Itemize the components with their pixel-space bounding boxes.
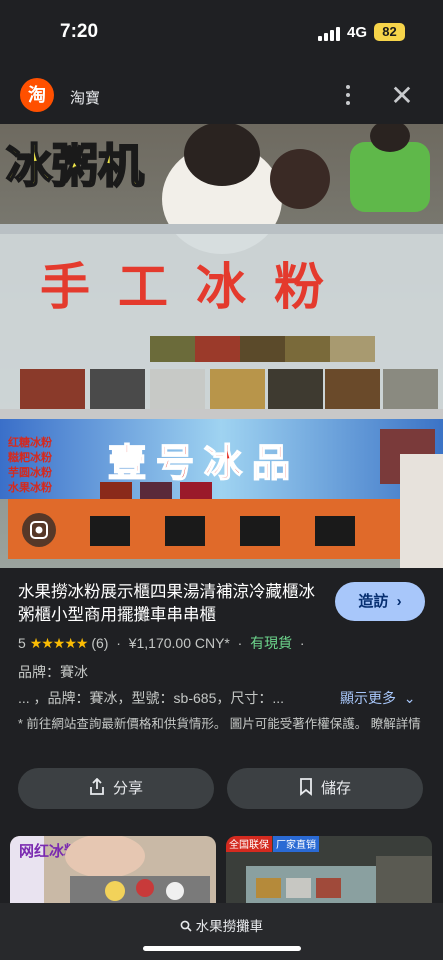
more-options-icon[interactable] [338,82,358,108]
chevron-down-icon: ⌄ [399,690,416,706]
search-icon [180,920,192,932]
review-count[interactable]: (6) [91,635,108,651]
product-title[interactable]: 水果撈冰粉展示櫃四果湯清補涼冷藏櫃冰粥櫃小型商用擺攤車串串櫃 [18,581,330,627]
separator-dot: · [112,635,125,651]
close-icon[interactable]: ✕ [388,82,416,110]
signal-icon [318,27,340,41]
save-button[interactable]: 儲存 [227,768,423,809]
specs-summary: ... ，品牌：賽冰，型號：sb-685，尺寸：... [18,690,285,706]
battery-icon: 82 [374,23,405,41]
related-badge-1: 全国联保 [229,838,269,851]
visit-label: 造訪 [358,593,389,610]
taobao-logo[interactable]: 淘 [20,78,54,112]
visit-button[interactable]: 造訪 › [335,582,425,621]
bookmark-icon [300,778,312,796]
price: ¥1,170.00 CNY* [128,635,230,651]
save-label: 儲存 [320,780,351,797]
share-label: 分享 [112,780,143,797]
separator-dot: · [296,635,305,651]
rating-row: 5 ★★★★★ (6) · ¥1,170.00 CNY* · 有現貨 · [18,633,305,653]
show-more-label: 顯示更多 [340,690,396,706]
search-chip[interactable]: 水果撈攤車 [0,915,443,935]
source-header: 淘 淘寶 ✕ [0,76,443,116]
search-query: 水果撈攤車 [195,919,264,934]
status-time: 7:20 [60,21,99,42]
share-icon [90,777,104,795]
home-indicator[interactable] [143,946,301,951]
bottom-bar: 水果撈攤車 [0,903,443,960]
lens-icon[interactable] [22,513,56,547]
share-button[interactable]: 分享 [18,768,214,809]
stock-status: 有現貨 [250,635,293,651]
status-bar: 7:20 4G 82 [0,0,443,66]
show-more-button[interactable]: 顯示更多 ⌄ [340,688,416,708]
network-label: 4G [347,24,368,41]
brand-info: 品牌：賽冰 [18,664,88,680]
image-banner-text: 冰粥机 [6,139,144,193]
image-glass-text: 手工冰粉 [40,258,352,316]
chevron-right-icon: › [392,593,402,610]
rating-value: 5 [18,635,26,651]
disclaimer-text: * 前往網站查詢最新價格和供貨情形。 圖片可能受著作權保護。 瞭解詳情 [18,717,421,731]
related-badge-2: 厂家直销 [276,838,316,851]
image-brand-sign-text: 壹号冰品 [108,441,300,485]
product-image[interactable]: 冰粥机 手工冰粉 红糖冰粉 糍粑冰粉 芋圆冰粉 水果冰粉 壹号冰品 [0,124,443,568]
source-name[interactable]: 淘寶 [70,87,100,108]
separator-dot: · [233,635,247,651]
star-rating-icon: ★★★★★ [29,635,89,651]
